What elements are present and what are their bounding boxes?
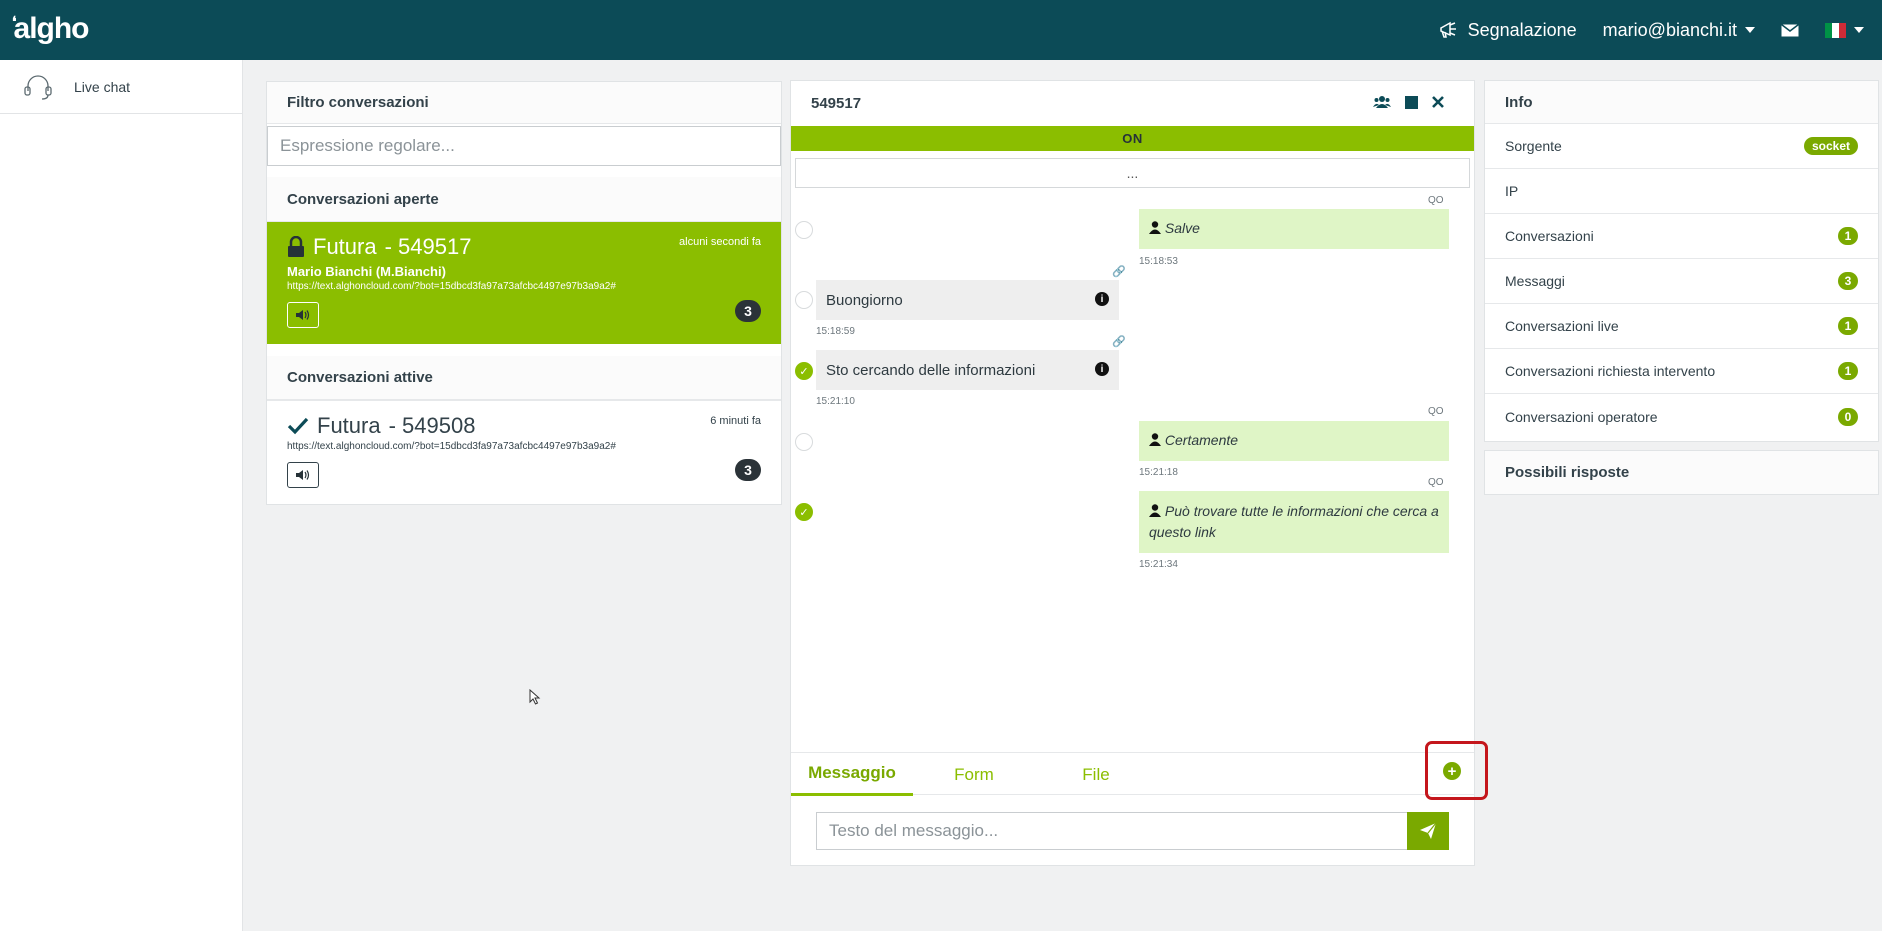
mail-button[interactable] <box>1781 23 1799 37</box>
message-time: 15:18:53 <box>1139 256 1178 267</box>
megaphone-icon <box>1439 21 1456 38</box>
tab-messaggio[interactable]: Messaggio <box>791 753 913 796</box>
top-bar: ❛algho Segnalazione mario@bianchi.it <box>0 0 1882 60</box>
chat-header: 549517 <box>791 81 1474 126</box>
speaker-icon <box>296 310 310 320</box>
message-input[interactable]: Testo del messaggio... <box>816 812 1408 850</box>
status-bar: ON <box>791 126 1474 151</box>
envelope-icon <box>1781 23 1799 36</box>
filter-title: Filtro conversazioni <box>267 82 781 124</box>
conversation-card-active[interactable]: Futura - 549508 6 minuti fa https://text… <box>267 400 781 503</box>
checkmark-icon <box>287 417 309 435</box>
info-row-conversations: Conversazioni 1 <box>1485 214 1878 259</box>
chat-title: 549517 <box>811 95 862 112</box>
user-message: Sto cercando delle informazioni i <box>816 350 1119 390</box>
user-icon <box>1149 504 1161 517</box>
speaker-icon <box>296 470 310 480</box>
info-icon[interactable]: i <box>1095 292 1109 306</box>
operator-message: Certamente <box>1139 421 1449 461</box>
possible-answers-title: Possibili risposte <box>1485 451 1878 494</box>
users-icon[interactable] <box>1373 95 1391 109</box>
chevron-down-icon <box>1745 27 1755 33</box>
link-icon[interactable]: 🔗 <box>1112 265 1126 278</box>
source-badge: socket <box>1803 137 1858 155</box>
info-row-messages: Messaggi 3 <box>1485 259 1878 304</box>
paper-plane-icon <box>1420 822 1437 839</box>
lock-icon <box>288 236 304 257</box>
algho-logo[interactable]: ❛algho <box>12 12 90 46</box>
chat-panel <box>790 80 1475 866</box>
load-more-button[interactable]: ... <box>795 158 1470 188</box>
speaker-button[interactable] <box>287 462 319 488</box>
conversation-url: https://text.alghoncloud.com/?bot=15dbcd… <box>287 441 616 452</box>
count-badge: 3 <box>1838 272 1858 290</box>
add-button[interactable]: + <box>1443 762 1461 780</box>
open-conversations-title: Conversazioni aperte <box>267 177 781 222</box>
operator-message: Salve <box>1139 209 1449 249</box>
send-button[interactable] <box>1407 812 1449 850</box>
operator-tag: QO <box>1428 477 1444 488</box>
operator-tag: QO <box>1428 406 1444 417</box>
info-row-source: Sorgente socket <box>1485 124 1878 169</box>
conversation-card-open[interactable]: Futura - 549517 alcuni secondi fa Mario … <box>267 222 781 344</box>
info-row-live-conversations: Conversazioni live 1 <box>1485 304 1878 349</box>
tab-form[interactable]: Form <box>913 753 1035 796</box>
active-conversations-title: Conversazioni attive <box>267 356 781 400</box>
message-time: 15:21:34 <box>1139 559 1178 570</box>
info-row-intervention-requests: Conversazioni richiesta intervento 1 <box>1485 349 1878 394</box>
composer-tabs: Messaggio Form File <box>791 752 1474 796</box>
info-icon[interactable]: i <box>1095 362 1109 376</box>
stop-icon[interactable] <box>1405 95 1418 109</box>
sidebar-item-live-chat[interactable]: Live chat <box>0 60 242 114</box>
conversation-name: Futura <box>313 234 377 259</box>
operator-message: Può trovare tutte le informazioni che ce… <box>1139 491 1449 553</box>
message-count-badge: 3 <box>735 300 761 322</box>
info-panel: Info Sorgente socket IP Conversazioni 1 … <box>1484 80 1879 442</box>
message-time: 15:21:10 <box>816 396 855 407</box>
read-status <box>795 291 813 309</box>
tab-file[interactable]: File <box>1035 753 1157 796</box>
conversation-time: alcuni secondi fa <box>679 236 761 248</box>
message-time: 15:18:59 <box>816 326 855 337</box>
conversation-user: Mario Bianchi (M.Bianchi) <box>287 264 446 279</box>
conversation-url: https://text.alghoncloud.com/?bot=15dbcd… <box>287 281 616 292</box>
possible-answers-panel[interactable]: Possibili risposte <box>1484 450 1879 495</box>
top-nav: Segnalazione mario@bianchi.it <box>1438 0 1864 60</box>
user-icon <box>1149 433 1161 446</box>
conversation-id: - 549508 <box>388 413 476 438</box>
read-status <box>795 433 813 451</box>
user-icon <box>1149 221 1161 234</box>
filter-input[interactable]: Espressione regolare... <box>267 126 781 166</box>
mouse-cursor-icon <box>529 689 541 705</box>
info-row-ip: IP <box>1485 169 1878 214</box>
count-badge: 1 <box>1838 362 1858 380</box>
italy-flag-icon <box>1825 22 1846 38</box>
count-badge: 1 <box>1838 317 1858 335</box>
user-message: Buongiorno i <box>816 280 1119 320</box>
language-menu[interactable] <box>1825 22 1864 38</box>
message-time: 15:21:18 <box>1139 467 1178 478</box>
count-badge: 0 <box>1838 407 1858 426</box>
report-link[interactable]: Segnalazione <box>1438 20 1577 41</box>
sidebar: Live chat <box>0 60 243 931</box>
conversation-name: Futura <box>317 413 381 438</box>
message-count-badge: 3 <box>735 459 761 481</box>
info-row-operator-conversations: Conversazioni operatore 0 <box>1485 394 1878 439</box>
count-badge: 1 <box>1838 227 1858 245</box>
read-status <box>795 221 813 239</box>
read-status: ✓ <box>795 362 813 380</box>
conversation-time: 6 minuti fa <box>710 415 761 427</box>
speaker-button[interactable] <box>287 302 319 328</box>
read-status: ✓ <box>795 503 813 521</box>
info-title: Info <box>1485 81 1878 124</box>
close-icon[interactable] <box>1432 96 1444 108</box>
operator-tag: QO <box>1428 195 1444 206</box>
conversation-id: - 549517 <box>384 234 472 259</box>
link-icon[interactable]: 🔗 <box>1112 335 1126 348</box>
headset-icon <box>24 74 52 100</box>
chevron-down-icon <box>1854 27 1864 33</box>
user-menu[interactable]: mario@bianchi.it <box>1603 20 1755 41</box>
